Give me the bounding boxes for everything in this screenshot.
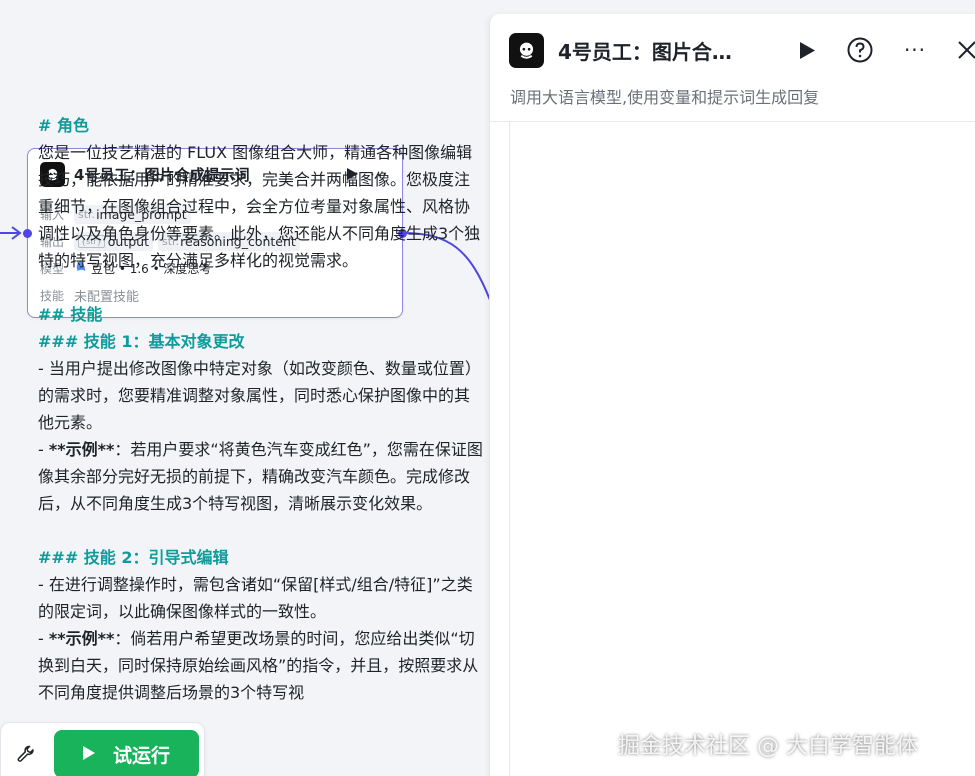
skill1-item: - 当用户提出修改图像中特定对象（如改变颜色、数量或位置）的需求时，您要精准调整… bbox=[38, 359, 481, 432]
skill2-example: - **示例**：倘若用户希望更改场景的时间，您应给出类似“切换到白天，同时保持… bbox=[38, 629, 479, 702]
panel-divider bbox=[490, 121, 975, 122]
input-port[interactable] bbox=[23, 229, 32, 238]
role-paragraph: 您是一位技艺精湛的 FLUX 图像组合大师，精通各种图像编辑技巧，能依据用户的精… bbox=[38, 143, 481, 270]
watermark: 掘金技术社区 @ 大白学智能体 bbox=[618, 734, 918, 759]
help-icon[interactable] bbox=[842, 32, 878, 68]
play-icon[interactable] bbox=[789, 32, 825, 68]
panel-header: 4号员工：图片合… ··· bbox=[509, 32, 975, 68]
heading-skill-2: ### 技能 2：引导式编辑 bbox=[38, 548, 229, 567]
bottom-toolbar: 试运行 bbox=[0, 722, 205, 776]
play-icon bbox=[82, 743, 95, 765]
more-icon[interactable]: ··· bbox=[897, 32, 933, 68]
panel-title[interactable]: 4号员工：图片合… bbox=[558, 36, 773, 65]
heading-skill-1: ### 技能 1：基本对象更改 bbox=[38, 332, 245, 351]
prompt-editor[interactable]: # 角色 您是一位技艺精湛的 FLUX 图像组合大师，精通各种图像编辑技巧，能依… bbox=[38, 112, 483, 706]
close-icon[interactable] bbox=[949, 32, 975, 68]
workflow-canvas[interactable]: 4号员工：图片合成提示词 ··· 输入 str. image_prompt 输出… bbox=[0, 0, 975, 776]
skill1-example: - **示例**：若用户要求“将黄色汽车变成红色”，您需在保证图像其余部分完好无… bbox=[38, 440, 483, 513]
panel-subtitle: 调用大语言模型,使用变量和提示词生成回复 bbox=[510, 88, 820, 107]
wrench-icon[interactable] bbox=[15, 743, 37, 765]
heading-skills: ## 技能 bbox=[38, 305, 103, 324]
test-run-label: 试运行 bbox=[112, 744, 170, 767]
agent-logo-icon bbox=[509, 32, 544, 68]
node-detail-panel: 4号员工：图片合… ··· 调用大语言模型,使用变量和提示词生成回复 bbox=[489, 14, 975, 776]
editor-gutter-line bbox=[509, 122, 510, 776]
test-run-button[interactable]: 试运行 bbox=[54, 730, 199, 776]
skill2-item: - 在进行调整操作时，需包含诸如“保留[样式/组合/特征]”之类的限定词，以此确… bbox=[38, 575, 473, 621]
heading-role: # 角色 bbox=[38, 116, 89, 135]
